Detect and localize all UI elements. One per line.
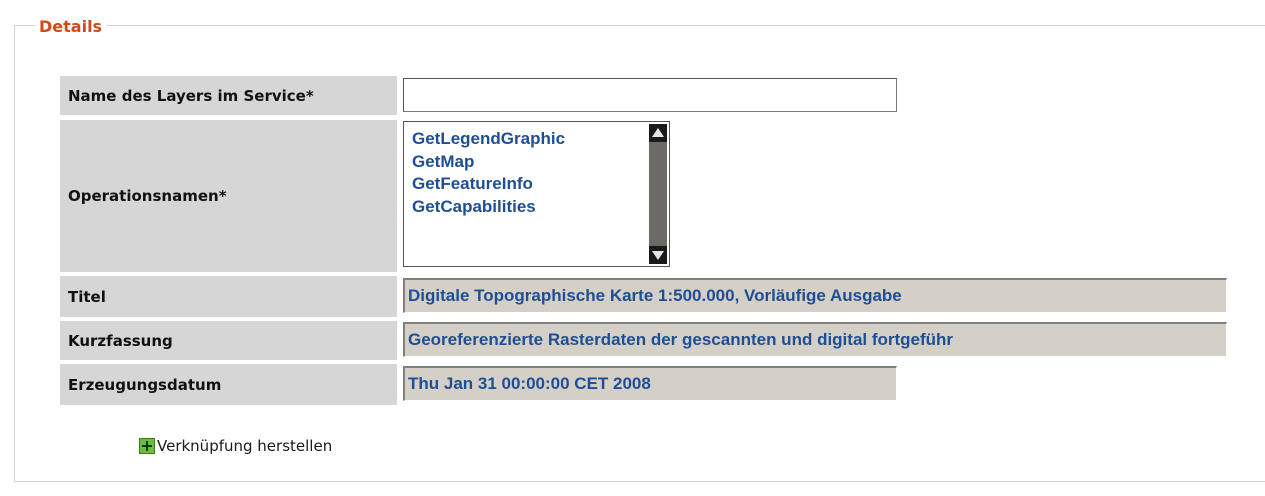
abstract-label: Kurzfassung bbox=[60, 321, 397, 360]
scroll-up-button[interactable] bbox=[649, 124, 667, 142]
scroll-down-button[interactable] bbox=[649, 246, 667, 264]
abstract-label-text: Kurzfassung bbox=[68, 331, 173, 350]
operation-option[interactable]: GetCapabilities bbox=[412, 196, 565, 219]
created-label: Erzeugungsdatum bbox=[60, 364, 397, 405]
operation-option[interactable]: GetLegendGraphic bbox=[412, 128, 565, 151]
abstract-field[interactable]: Georeferenzierte Rasterdaten der gescann… bbox=[403, 322, 1227, 357]
layer-name-input[interactable] bbox=[403, 78, 897, 112]
add-link-action[interactable]: Verknüpfung herstellen bbox=[139, 437, 332, 455]
listbox-scrollbar[interactable] bbox=[649, 124, 667, 264]
operation-option[interactable]: GetMap bbox=[412, 151, 565, 174]
details-legend: Details bbox=[35, 17, 107, 37]
plus-icon[interactable] bbox=[139, 438, 155, 454]
operations-listbox[interactable]: GetLegendGraphic GetMap GetFeatureInfo G… bbox=[403, 121, 670, 267]
layer-name-label: Name des Layers im Service* bbox=[60, 76, 397, 115]
arrow-up-icon bbox=[652, 128, 664, 137]
title-field[interactable]: Digitale Topographische Karte 1:500.000,… bbox=[403, 278, 1227, 313]
arrow-down-icon bbox=[652, 251, 664, 260]
layer-name-label-text: Name des Layers im Service* bbox=[68, 86, 314, 105]
title-label: Titel bbox=[60, 276, 397, 317]
add-link-label[interactable]: Verknüpfung herstellen bbox=[157, 437, 332, 455]
title-label-text: Titel bbox=[68, 287, 106, 306]
operations-label: Operationsnamen* bbox=[60, 120, 397, 272]
created-label-text: Erzeugungsdatum bbox=[68, 375, 222, 394]
operations-label-text: Operationsnamen* bbox=[68, 187, 227, 205]
operation-option[interactable]: GetFeatureInfo bbox=[412, 173, 565, 196]
created-field[interactable]: Thu Jan 31 00:00:00 CET 2008 bbox=[403, 366, 897, 401]
